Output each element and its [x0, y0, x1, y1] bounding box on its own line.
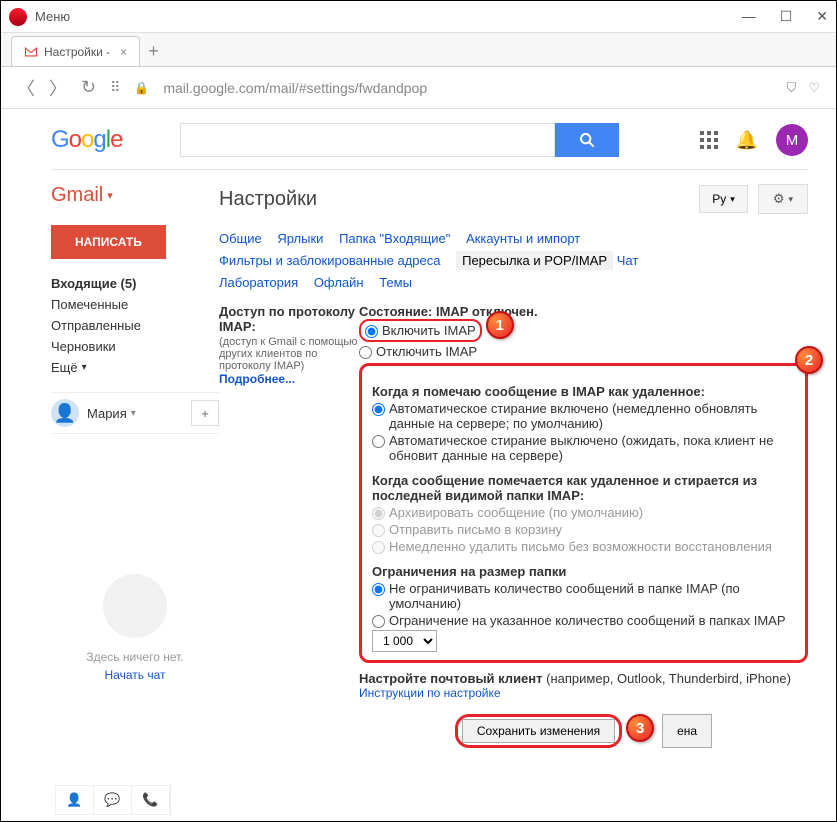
- avatar[interactable]: M: [776, 124, 808, 156]
- gmail-favicon: [24, 47, 38, 57]
- user-name[interactable]: Мария: [87, 406, 127, 421]
- close-button[interactable]: ✕: [816, 8, 828, 25]
- add-contact-button[interactable]: +: [191, 400, 219, 426]
- archive-radio[interactable]: [372, 507, 385, 520]
- limit-heading: Ограничения на размер папки: [372, 564, 795, 579]
- speed-dial-icon[interactable]: ⠿: [110, 79, 120, 96]
- trash-radio[interactable]: [372, 524, 385, 537]
- folder-sent[interactable]: Отправленные: [51, 315, 219, 336]
- user-avatar-icon: 👤: [51, 399, 79, 427]
- callout-2: 2: [795, 346, 823, 374]
- callout-3: 3: [626, 714, 654, 742]
- tab-accounts[interactable]: Аккаунты и импорт: [466, 231, 580, 246]
- bookmark-icon[interactable]: ♡: [808, 80, 820, 96]
- browser-tab[interactable]: Настройки - ×: [11, 36, 140, 66]
- address-bar[interactable]: mail.google.com/mail/#settings/fwdandpop: [163, 80, 772, 96]
- cancel-button[interactable]: ена: [662, 714, 712, 748]
- gear-icon: ⚙: [773, 191, 785, 207]
- disable-imap-radio[interactable]: [359, 346, 372, 359]
- url-text: mail.google.com/mail/#settings/fwdandpop: [163, 80, 427, 96]
- delete-heading: Когда я помечаю сообщение в IMAP как уда…: [372, 384, 795, 399]
- new-tab-button[interactable]: +: [148, 41, 159, 66]
- tab-forwarding[interactable]: Пересылка и POP/IMAP: [456, 251, 613, 270]
- enable-imap-radio[interactable]: [365, 325, 378, 338]
- imap-section-label: Доступ по протоколу IMAP: (доступ к Gmai…: [219, 304, 359, 748]
- tab-close-button[interactable]: ×: [120, 45, 127, 59]
- delete-radio[interactable]: [372, 541, 385, 554]
- chevron-down-icon: ▾: [82, 362, 87, 373]
- folder-drafts[interactable]: Черновики: [51, 336, 219, 357]
- folder-starred[interactable]: Помеченные: [51, 294, 219, 315]
- chevron-down-icon: ▾: [788, 194, 793, 205]
- tab-labs[interactable]: Лаборатория: [219, 275, 298, 290]
- forward-button[interactable]: 〉: [49, 75, 67, 101]
- back-button[interactable]: 〈: [17, 75, 35, 101]
- imap-status: Состояние: IMAP отключен.: [359, 304, 808, 319]
- folder-inbox[interactable]: Входящие (5): [51, 273, 219, 294]
- settings-gear-button[interactable]: ⚙ ▾: [758, 184, 808, 214]
- reload-button[interactable]: ↻: [81, 77, 96, 98]
- limit-select[interactable]: 1 000: [372, 630, 437, 652]
- apps-icon[interactable]: [700, 131, 718, 149]
- hangouts-icon[interactable]: 💬: [94, 786, 132, 814]
- tab-filters[interactable]: Фильтры и заблокированные адреса: [219, 253, 440, 268]
- chevron-down-icon: ▾: [730, 194, 735, 205]
- callout-1: 1: [486, 311, 514, 339]
- search-input[interactable]: [180, 123, 555, 157]
- save-button[interactable]: Сохранить изменения: [462, 719, 615, 743]
- limit-radio[interactable]: [372, 615, 385, 628]
- tab-labels[interactable]: Ярлыки: [277, 231, 323, 246]
- search-icon: [579, 132, 595, 148]
- folder-more[interactable]: Ещё ▾: [51, 357, 219, 378]
- shield-icon[interactable]: ⛉: [787, 80, 797, 96]
- auto-expunge-on-radio[interactable]: [372, 403, 385, 416]
- lock-icon: 🔒: [134, 81, 149, 95]
- expunge-heading: Когда сообщение помечается как удаленное…: [372, 473, 795, 503]
- disable-imap-label[interactable]: Отключить IMAP: [376, 344, 808, 359]
- compose-button[interactable]: НАПИСАТЬ: [51, 225, 166, 259]
- tab-offline[interactable]: Офлайн: [314, 275, 364, 290]
- client-heading: Настройте почтовый клиент: [359, 671, 543, 686]
- chevron-down-icon: ▾: [107, 189, 113, 202]
- notifications-icon[interactable]: 🔔: [736, 130, 758, 151]
- page-title: Настройки: [219, 188, 317, 211]
- no-limit-radio[interactable]: [372, 583, 385, 596]
- learn-more-link[interactable]: Подробнее...: [219, 372, 359, 386]
- hangouts-empty: Здесь ничего нет. Начать чат: [51, 574, 219, 682]
- google-logo: Google: [51, 126, 122, 154]
- search-button[interactable]: [555, 123, 619, 157]
- start-chat-link[interactable]: Начать чат: [51, 668, 219, 682]
- auto-expunge-off-radio[interactable]: [372, 435, 385, 448]
- minimize-button[interactable]: —: [742, 8, 756, 25]
- instructions-link[interactable]: Инструкции по настройке: [359, 686, 808, 700]
- contacts-icon[interactable]: 👤: [56, 786, 94, 814]
- tab-inbox[interactable]: Папка "Входящие": [339, 231, 450, 246]
- opera-logo: [9, 8, 27, 26]
- maximize-button[interactable]: ☐: [780, 8, 793, 25]
- language-button[interactable]: Ру ▾: [699, 185, 748, 213]
- gmail-logo[interactable]: Gmail ▾: [51, 184, 219, 207]
- enable-imap-label[interactable]: Включить IMAP: [382, 323, 476, 338]
- tab-chat[interactable]: Чат: [617, 253, 639, 268]
- phone-icon[interactable]: 📞: [132, 786, 170, 814]
- tab-general[interactable]: Общие: [219, 231, 262, 246]
- settings-tabs: Общие Ярлыки Папка "Входящие" Аккаунты и…: [219, 228, 808, 294]
- menu-label[interactable]: Меню: [35, 9, 70, 24]
- tab-themes[interactable]: Темы: [379, 275, 412, 290]
- hangouts-placeholder-icon: [103, 574, 167, 638]
- tab-title: Настройки -: [44, 45, 110, 59]
- chevron-down-icon: ▾: [131, 408, 136, 419]
